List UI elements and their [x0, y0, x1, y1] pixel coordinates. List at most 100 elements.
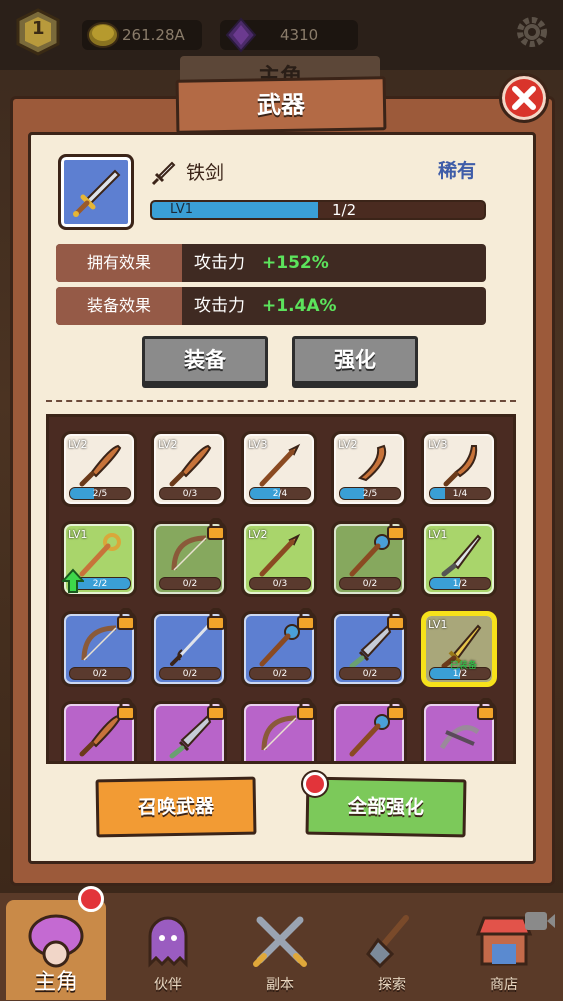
slot-level: LV3	[248, 438, 268, 451]
weapon-grid: LV2 2/5 LV2 0/3 LV3 2/4 LV2 2/5 LV3 1/4 LV1 2/2 0/2 L…	[46, 414, 516, 764]
ghost-icon	[148, 916, 188, 968]
weapon-slot[interactable]: 0/2	[61, 608, 137, 687]
weapon-level-label: LV1	[170, 202, 193, 217]
owned-effect-label: 拥有效果	[56, 244, 182, 282]
weapon-slot[interactable]: LV1 1/2 已装备	[421, 611, 497, 687]
slot-progress-bar: 0/2	[249, 667, 311, 680]
slot-progress-bar: 0/2	[159, 577, 221, 590]
selected-weapon-icon	[58, 154, 134, 230]
slot-progress-bar: 2/5	[69, 487, 131, 500]
nav-item[interactable]: 主角	[6, 900, 106, 1000]
weapon-slot[interactable]	[151, 698, 227, 761]
weapon-slot[interactable]	[61, 698, 137, 761]
weapon-slot[interactable]: LV2 2/5	[61, 431, 137, 507]
upgrade-all-button[interactable]: 全部强化	[305, 776, 467, 838]
nav-label: 主角	[33, 970, 78, 995]
equip-button[interactable]: 装备	[142, 336, 268, 384]
nav-item[interactable]: 副本	[230, 900, 330, 1000]
lock-icon	[117, 608, 135, 630]
equip-effect-value: +1.4A%	[262, 296, 337, 316]
gem-icon	[225, 17, 257, 53]
slot-progress-text: 2/5	[362, 489, 378, 499]
gem-counter: 4310	[220, 17, 358, 53]
weapon-slot[interactable]: LV1 1/2	[421, 521, 497, 597]
weapon-slot[interactable]: 0/2	[331, 518, 407, 597]
nav-item[interactable]: 探索	[342, 900, 442, 1000]
slot-progress-text: 0/3	[182, 489, 198, 499]
weapon-slot[interactable]: 0/2	[151, 518, 227, 597]
lock-icon	[387, 518, 405, 540]
slot-level: LV2	[338, 438, 358, 451]
gem-amount: 4310	[280, 26, 319, 44]
owned-effect-value: +152%	[262, 253, 329, 273]
slot-level: LV2	[248, 528, 268, 541]
owned-effect-row: 拥有效果 攻击力 +152%	[56, 244, 486, 282]
upgrade-button[interactable]: 强化	[292, 336, 418, 384]
gold-amount: 261.28A	[122, 26, 185, 44]
nav-label: 副本	[266, 977, 294, 993]
weapon-level-bar: LV1 1/2	[150, 200, 486, 220]
notification-dot	[303, 772, 327, 796]
weapon-slot[interactable]: LV3 1/4	[421, 431, 497, 507]
slot-progress-bar: 1/2	[429, 577, 491, 590]
slot-progress-bar: 1/4	[429, 487, 491, 500]
lock-icon	[207, 698, 225, 720]
lock-icon	[387, 608, 405, 630]
close-button[interactable]	[499, 73, 549, 123]
notification-dot	[78, 886, 104, 912]
nav-label: 伙伴	[154, 977, 182, 993]
shovel-icon	[366, 915, 409, 969]
weapon-slot[interactable]: 0/2	[151, 608, 227, 687]
lock-icon	[297, 698, 315, 720]
gold-counter: 261.28A	[82, 20, 202, 50]
slot-progress-text: 1/4	[452, 489, 468, 499]
nav-label: 探索	[378, 977, 406, 993]
weapon-slot[interactable]: 0/2	[241, 608, 317, 687]
slot-progress-bar: 2/5	[339, 487, 401, 500]
equipped-tag: 已装备	[450, 661, 478, 671]
player-level: 1	[32, 18, 45, 39]
weapon-slot[interactable]	[331, 698, 407, 761]
slot-level: LV3	[428, 438, 448, 451]
slot-progress-bar: 0/2	[159, 667, 221, 680]
slot-progress-text: 0/3	[272, 579, 288, 589]
weapon-rarity: 稀有	[438, 160, 477, 182]
slot-level: LV1	[68, 528, 88, 541]
weapon-slot[interactable]: LV2 2/5	[331, 431, 407, 507]
slot-progress-bar: 0/2	[339, 577, 401, 590]
slot-progress-text: 2/4	[272, 489, 288, 499]
weapon-slot[interactable]	[241, 698, 317, 761]
owned-effect-stat: 攻击力	[194, 253, 245, 273]
crossed-swords-icon	[253, 916, 307, 967]
weapon-slot[interactable]	[421, 698, 497, 761]
slot-level: LV1	[428, 618, 448, 631]
weapon-level-progress: 1/2	[332, 201, 357, 219]
slot-progress-text: 0/2	[272, 669, 288, 679]
mushroom-icon	[28, 914, 84, 968]
video-icon[interactable]	[523, 908, 557, 934]
slot-level: LV2	[68, 438, 88, 451]
nav-item[interactable]: 伙伴	[118, 900, 218, 1000]
slot-level: LV2	[158, 438, 178, 451]
lock-icon	[387, 698, 405, 720]
lock-icon	[117, 698, 135, 720]
weapon-slot[interactable]: LV1 2/2	[61, 521, 137, 597]
lock-icon	[207, 608, 225, 630]
weapon-name: 铁剑	[186, 162, 225, 184]
weapon-slot[interactable]: LV3 2/4	[241, 431, 317, 507]
equip-effect-row: 装备效果 攻击力 +1.4A%	[56, 287, 486, 325]
slot-progress-text: 0/2	[362, 579, 378, 589]
weapon-slot[interactable]: 0/2	[331, 608, 407, 687]
slot-progress-text: 0/2	[182, 669, 198, 679]
weapon-slot[interactable]: LV2 0/3	[151, 431, 227, 507]
upgrade-arrow-icon	[62, 568, 84, 593]
slot-progress-bar: 0/3	[159, 487, 221, 500]
equip-effect-stat: 攻击力	[194, 296, 245, 316]
equip-effect-label: 装备效果	[56, 287, 182, 325]
slot-progress-text: 2/5	[92, 489, 108, 499]
summon-weapon-button[interactable]: 召唤武器	[95, 776, 257, 838]
lock-icon	[207, 518, 225, 540]
weapon-slot[interactable]: LV2 0/3	[241, 521, 317, 597]
lock-icon	[477, 698, 495, 720]
gear-icon[interactable]	[514, 14, 550, 50]
